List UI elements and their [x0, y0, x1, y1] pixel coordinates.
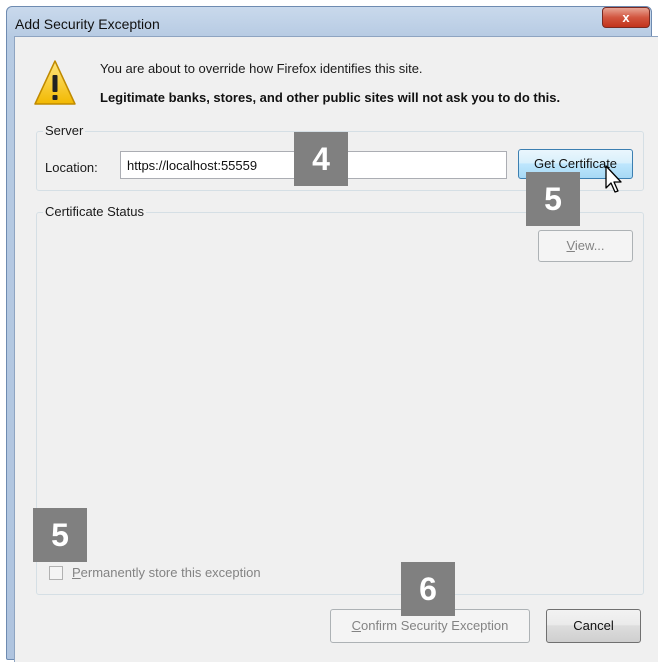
view-accel: V — [566, 238, 575, 253]
window-title: Add Security Exception — [15, 16, 160, 32]
certificate-status-label: Certificate Status — [43, 204, 146, 219]
close-icon: x — [622, 10, 630, 25]
permanent-store-label[interactable]: Permanently store this exception — [72, 565, 261, 580]
step-badge-permanent: 5 — [33, 508, 87, 562]
permanent-label-rest: ermanently store this exception — [80, 565, 261, 580]
permanent-accel: P — [72, 565, 81, 580]
confirm-accel: C — [351, 618, 361, 633]
permanent-store-checkbox[interactable] — [49, 566, 63, 580]
mouse-pointer-icon — [605, 165, 622, 193]
confirm-label-rest: onfirm Security Exception — [360, 618, 509, 633]
close-button[interactable]: x — [602, 7, 650, 28]
location-label: Location: — [45, 160, 98, 175]
view-button[interactable]: View... — [538, 230, 633, 262]
certificate-status-groupbox — [36, 212, 644, 595]
view-label-rest: iew... — [574, 238, 605, 253]
step-badge-location: 4 — [294, 132, 348, 186]
step-badge-confirm: 6 — [401, 562, 455, 616]
cancel-button[interactable]: Cancel — [546, 609, 641, 643]
server-group-label: Server — [43, 123, 86, 138]
warning-message: You are about to override how Firefox id… — [100, 61, 423, 76]
warning-icon — [34, 60, 76, 105]
step-badge-get-certificate: 5 — [526, 172, 580, 226]
warning-emphasis: Legitimate banks, stores, and other publ… — [100, 90, 561, 105]
